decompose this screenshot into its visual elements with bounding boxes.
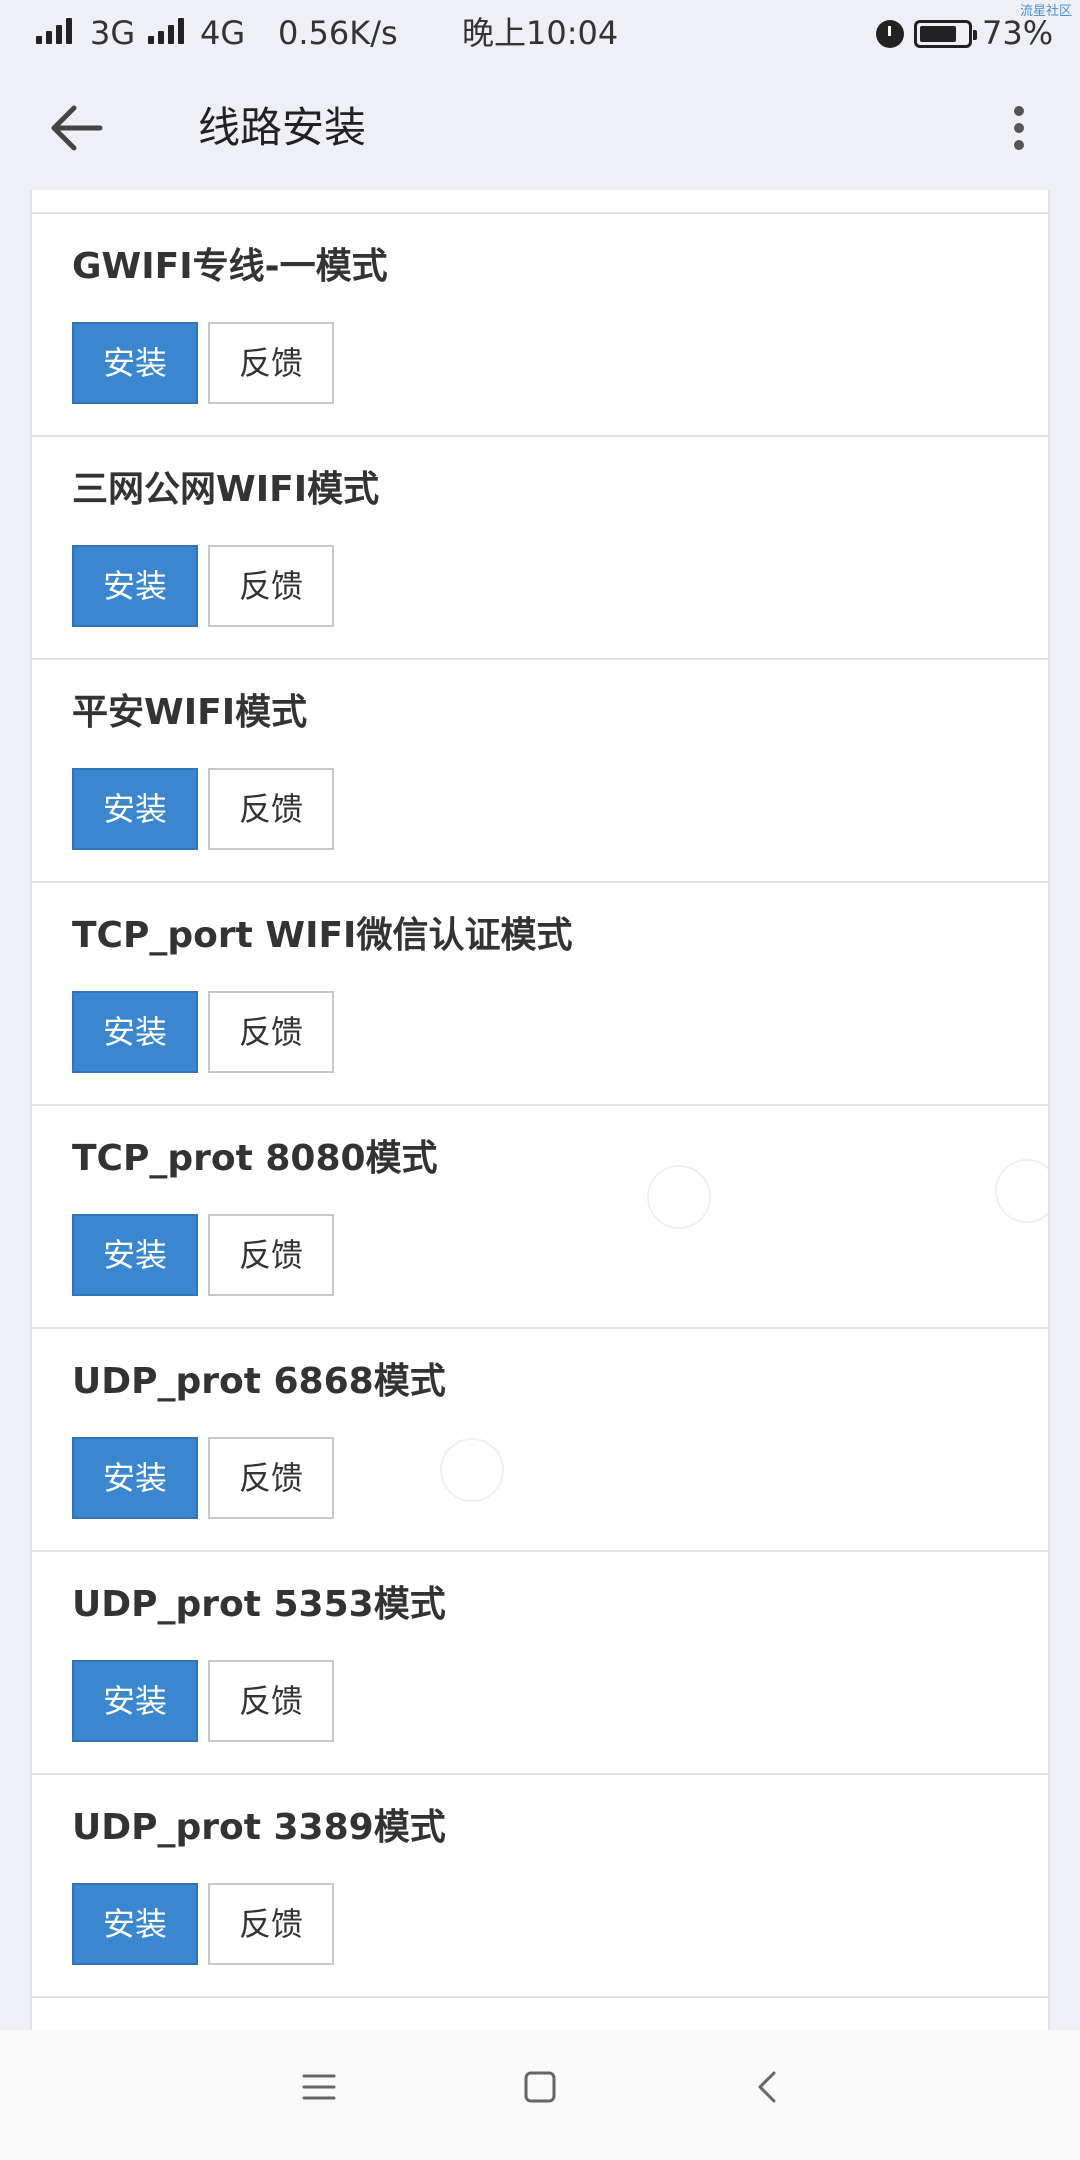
item-title: TCP_port WIFI微信认证模式 [72, 915, 573, 956]
status-bar: 3G 4G 0.56K/s 晚上10:04 73% 流星社区 [0, 0, 1080, 66]
signal-icon-2 [148, 18, 184, 44]
arrow-left-icon[interactable] [46, 102, 106, 154]
feedback-button[interactable]: 反馈 [208, 768, 334, 850]
install-button[interactable]: 安装 [72, 1660, 198, 1742]
feedback-button[interactable]: 反馈 [208, 991, 334, 1073]
list-item-partial [32, 190, 1048, 214]
home-square-icon[interactable] [523, 2070, 557, 2104]
list-item: UDP_prot 5353模式 安装 反馈 [32, 1552, 1048, 1775]
chevron-left-icon[interactable] [752, 2070, 786, 2104]
battery-percent: 73% [982, 14, 1054, 52]
network-speed: 0.56K/s [278, 14, 398, 52]
carrier-3g: 3G [90, 14, 136, 52]
feedback-button[interactable]: 反馈 [208, 545, 334, 627]
install-button[interactable]: 安装 [72, 1883, 198, 1965]
feedback-button[interactable]: 反馈 [208, 1660, 334, 1742]
feedback-button[interactable]: 反馈 [208, 1214, 334, 1296]
install-button[interactable]: 安装 [72, 1214, 198, 1296]
touch-ripple [647, 1165, 711, 1229]
page-title: 线路安装 [198, 103, 367, 152]
more-vertical-icon[interactable] [1002, 102, 1036, 154]
item-title: UDP_prot 5353模式 [72, 1584, 446, 1625]
item-title: UDP_prot 6868模式 [72, 1361, 446, 1402]
item-title: UDP_prot 3389模式 [72, 1807, 446, 1848]
touch-ripple [995, 1159, 1048, 1223]
menu-icon[interactable] [302, 2070, 336, 2104]
item-title: GWIFI专线-一模式 [72, 246, 388, 287]
item-title: TCP_prot 8080模式 [72, 1138, 438, 1179]
list-item: TCP_prot 8080模式 安装 反馈 [32, 1106, 1048, 1329]
alarm-icon [876, 20, 904, 48]
list-item: GWIFI专线-一模式 安装 反馈 [32, 214, 1048, 437]
carrier-4g: 4G [200, 14, 246, 52]
system-nav-bar [0, 2030, 1080, 2160]
signal-icon-1 [36, 18, 72, 44]
status-time: 晚上10:04 [462, 14, 619, 52]
list-item-partial [32, 1998, 1048, 2030]
install-button[interactable]: 安装 [72, 768, 198, 850]
list-item: 三网公网WIFI模式 安装 反馈 [32, 437, 1048, 660]
app-bar: 线路安装 [0, 66, 1080, 190]
screen: 3G 4G 0.56K/s 晚上10:04 73% 流星社区 线路安装 GWIF… [0, 0, 1080, 2160]
item-title: 三网公网WIFI模式 [72, 469, 380, 510]
item-title: 平安WIFI模式 [72, 692, 308, 733]
feedback-button[interactable]: 反馈 [208, 322, 334, 404]
install-button[interactable]: 安装 [72, 1437, 198, 1519]
touch-ripple [440, 1438, 504, 1502]
install-button[interactable]: 安装 [72, 991, 198, 1073]
battery-icon [914, 20, 977, 48]
list-item: TCP_port WIFI微信认证模式 安装 反馈 [32, 883, 1048, 1106]
feedback-button[interactable]: 反馈 [208, 1437, 334, 1519]
list-item: 平安WIFI模式 安装 反馈 [32, 660, 1048, 883]
route-list[interactable]: GWIFI专线-一模式 安装 反馈 三网公网WIFI模式 安装 反馈 平安WIF… [30, 190, 1050, 2030]
install-button[interactable]: 安装 [72, 545, 198, 627]
list-item: UDP_prot 3389模式 安装 反馈 [32, 1775, 1048, 1998]
install-button[interactable]: 安装 [72, 322, 198, 404]
list-item: UDP_prot 6868模式 安装 反馈 [32, 1329, 1048, 1552]
watermark: 流星社区 [1019, 4, 1072, 19]
feedback-button[interactable]: 反馈 [208, 1883, 334, 1965]
